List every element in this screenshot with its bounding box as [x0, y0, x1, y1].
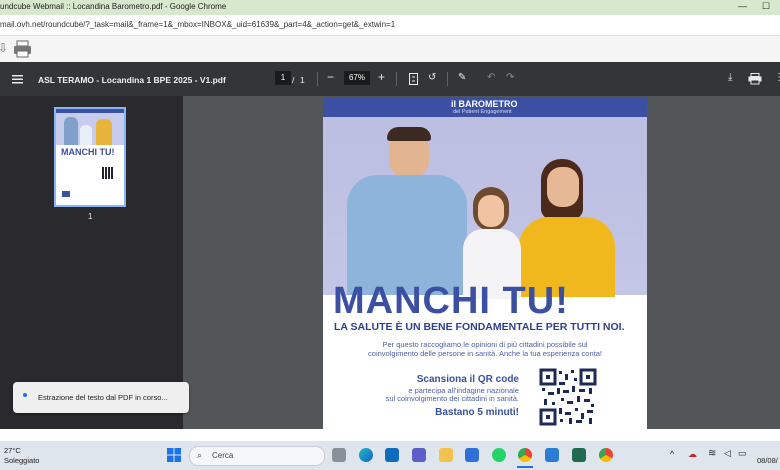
poster-qr-title: Scansiona il QR code — [416, 374, 519, 385]
maximize-icon[interactable]: ☐ — [762, 1, 770, 12]
poster-qr-cta: Bastano 5 minuti! — [435, 407, 519, 418]
window-title-bar: undcube Webmail :: Locandina Barometro.p… — [0, 0, 780, 15]
outlook-icon[interactable] — [385, 448, 399, 462]
photo-face — [547, 167, 579, 207]
page-number-input[interactable]: 1 — [275, 71, 291, 85]
clock-date[interactable]: 08/08/ — [757, 456, 778, 465]
page-thumbnail[interactable]: MANCHI TU! — [54, 107, 126, 207]
show-hidden-icons[interactable]: ^ — [670, 449, 674, 459]
minimize-icon[interactable]: — — [738, 1, 747, 11]
chrome-profile-icon[interactable] — [599, 448, 613, 462]
print-icon[interactable] — [13, 40, 33, 58]
download-shelf — [0, 429, 780, 441]
word-icon[interactable] — [545, 448, 559, 462]
thumb-figure — [64, 117, 78, 145]
text-extraction-toast: Estrazione del testo dal PDF in corso... — [13, 382, 189, 413]
weather-desc[interactable]: Soleggiato — [4, 456, 39, 465]
rotate-icon[interactable]: ↺ — [428, 72, 436, 83]
family-photo — [323, 117, 647, 299]
page-separator: / — [292, 75, 295, 85]
poster-body-line2: coinvolgimento delle persone in sanità. … — [368, 349, 602, 358]
photo-face — [478, 195, 504, 227]
cloud-icon[interactable]: ☁ — [688, 449, 697, 460]
battery-icon[interactable]: ▭ — [738, 448, 747, 459]
toolbar-divider — [317, 72, 318, 86]
thumb-figure — [96, 119, 112, 145]
search-icon: ⌕ — [197, 450, 203, 460]
webmail-toolbar: ⇩ — [0, 36, 780, 62]
more-options-icon[interactable]: ⋮ — [774, 72, 780, 83]
window-title: undcube Webmail :: Locandina Barometro.p… — [0, 2, 227, 11]
windows-taskbar: 27°C Soleggiato ⌕ Cerca ^ ☁ ≋ ◁ ▭ 08/08/ — [0, 441, 780, 470]
file-explorer-icon[interactable] — [439, 448, 453, 462]
undo-icon[interactable]: ↶ — [487, 72, 495, 83]
spinner-icon — [23, 393, 27, 397]
thumb-header — [56, 109, 124, 113]
thumb-logo — [62, 191, 70, 197]
active-app-indicator — [517, 466, 533, 468]
poster-brand-sub: del Patient Engagement — [453, 109, 512, 115]
weather-temp[interactable]: 27°C — [4, 446, 21, 455]
thumb-qr — [102, 167, 114, 179]
app-icon[interactable] — [572, 448, 586, 462]
toolbar-divider — [396, 72, 397, 86]
download-icon[interactable]: ⤓ — [728, 72, 732, 83]
photo-shirt — [347, 175, 467, 295]
poster-headline: MANCHI TU! — [333, 280, 569, 322]
teams-icon[interactable] — [412, 448, 426, 462]
photo-hair — [387, 127, 431, 141]
zoom-level-input[interactable]: 67% — [344, 71, 370, 85]
pdf-toolbar: ASL TERAMO - Locandina 1 BPE 2025 - V1.p… — [0, 62, 780, 96]
taskbar-search[interactable]: ⌕ Cerca — [189, 446, 325, 466]
windows-start-icon[interactable] — [167, 448, 181, 462]
total-pages: 1 — [300, 75, 305, 85]
wifi-icon[interactable]: ≋ — [708, 448, 716, 459]
url-text: mail.ovh.net/roundcube/?_task=mail&_fram… — [0, 20, 396, 29]
annotate-icon[interactable]: ✎ — [458, 72, 466, 83]
thumb-headline: MANCHI TU! — [61, 147, 115, 157]
toast-text: Estrazione del testo dal PDF in corso... — [38, 393, 168, 402]
volume-icon[interactable]: ◁ — [724, 448, 731, 459]
thumbnail-page-label: 1 — [88, 212, 93, 221]
poster-body-line1: Per questo raccogliamo le opinioni di pi… — [382, 340, 588, 349]
toolbar-divider — [447, 72, 448, 86]
zoom-out-button[interactable]: − — [327, 70, 334, 84]
zoom-in-button[interactable]: + — [378, 70, 385, 84]
qr-code — [539, 368, 597, 426]
edge-icon[interactable] — [359, 448, 373, 462]
download-icon[interactable]: ⇩ — [0, 41, 8, 55]
search-placeholder: Cerca — [212, 451, 234, 460]
app-icon[interactable] — [465, 448, 479, 462]
redo-icon[interactable]: ↷ — [506, 72, 514, 83]
poster-qr-line2: sul coinvolgimento dei cittadini in sani… — [385, 394, 519, 403]
address-bar[interactable]: mail.ovh.net/roundcube/?_task=mail&_fram… — [0, 15, 780, 36]
pdf-page: il BAROMETRO del Patient Engagement MANC… — [323, 97, 647, 429]
chrome-icon[interactable] — [518, 448, 532, 462]
print-icon[interactable] — [748, 73, 762, 85]
thumb-figure — [80, 125, 92, 145]
menu-icon[interactable] — [12, 74, 24, 84]
poster-brand: il BAROMETRO — [451, 99, 518, 109]
task-view-icon[interactable] — [332, 448, 346, 462]
poster-subheadline: LA SALUTE È UN BENE FONDAMENTALE PER TUT… — [334, 321, 625, 333]
fit-page-icon[interactable] — [409, 73, 418, 85]
pdf-filename: ASL TERAMO - Locandina 1 BPE 2025 - V1.p… — [38, 75, 226, 85]
whatsapp-icon[interactable] — [492, 448, 506, 462]
